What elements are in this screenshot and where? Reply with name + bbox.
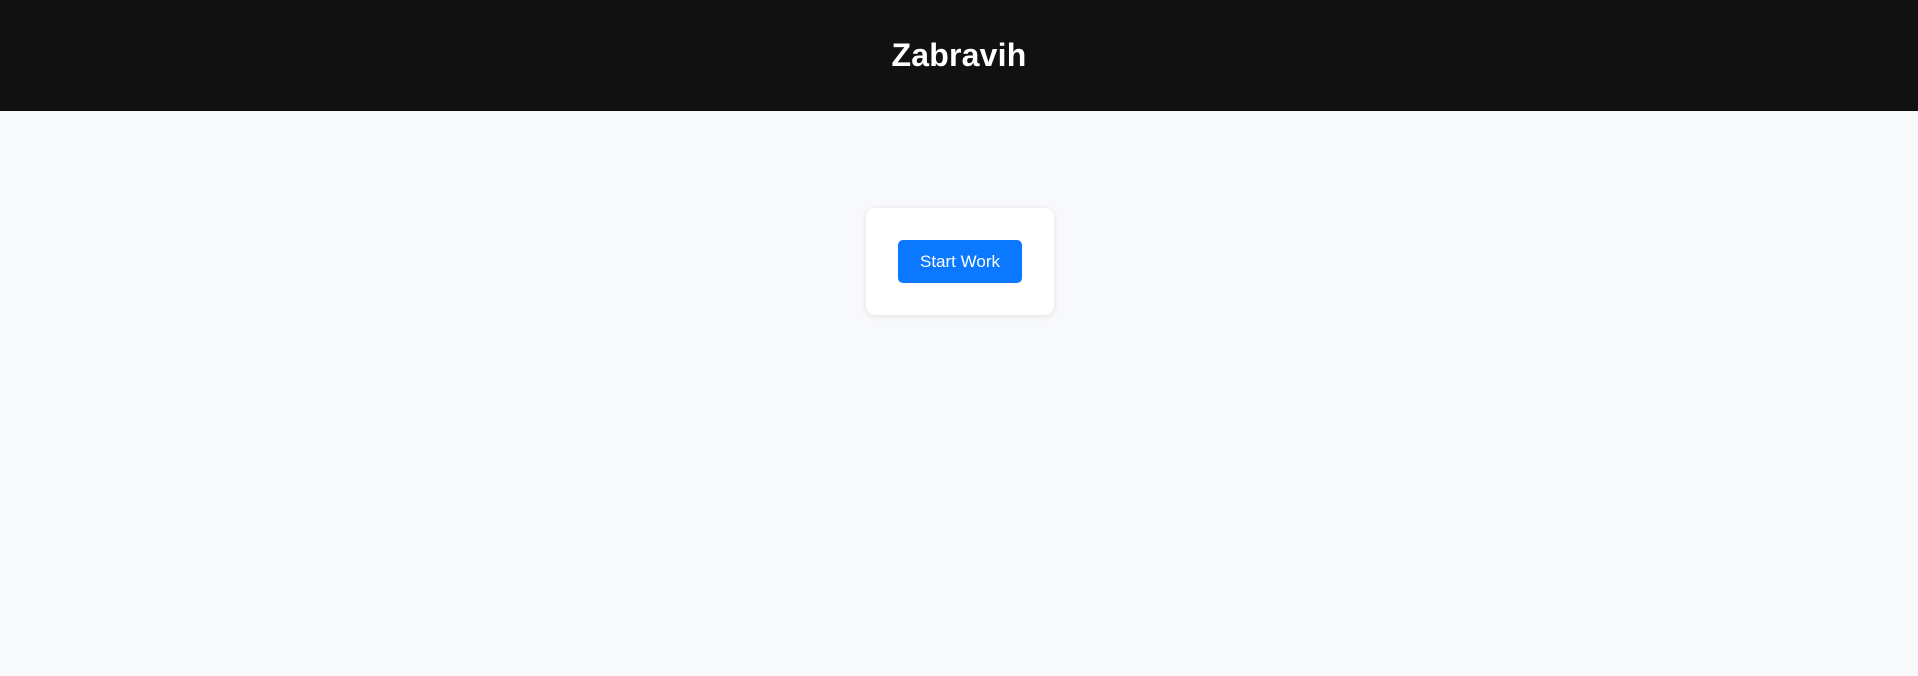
start-work-card: Start Work [866, 208, 1054, 315]
main-content: Start Work [0, 111, 1918, 676]
app-header: Zabravih [0, 0, 1918, 111]
start-work-button[interactable]: Start Work [898, 240, 1022, 283]
app-title: Zabravih [891, 37, 1027, 73]
